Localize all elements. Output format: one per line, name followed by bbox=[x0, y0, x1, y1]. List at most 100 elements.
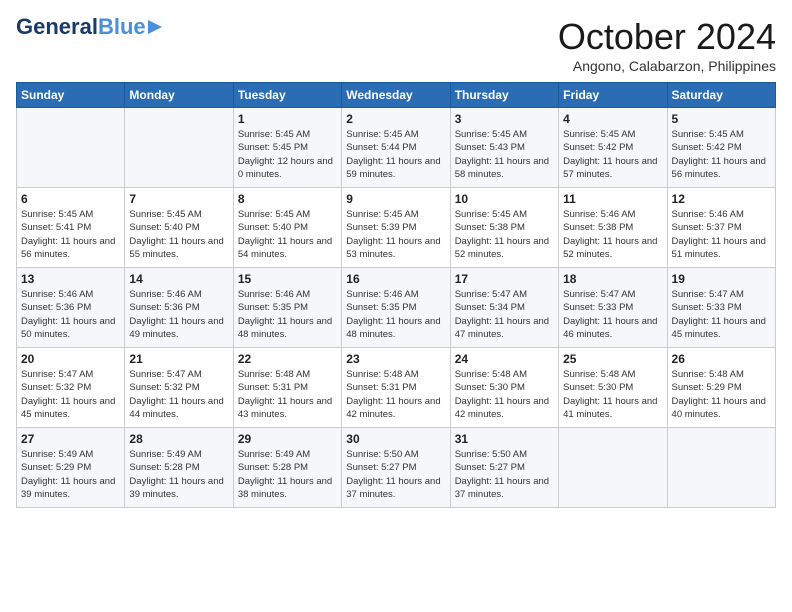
calendar-cell: 15 Sunrise: 5:46 AM Sunset: 5:35 PM Dayli… bbox=[233, 268, 341, 348]
day-info: Sunrise: 5:49 AM Sunset: 5:29 PM Dayligh… bbox=[21, 448, 120, 501]
weekday-header-cell: Tuesday bbox=[233, 83, 341, 108]
weekday-header-cell: Thursday bbox=[450, 83, 558, 108]
calendar-cell: 14Sunrise: 5:46 AM Sunset: 5:36 PM Dayli… bbox=[125, 268, 233, 348]
day-number: 5 bbox=[672, 112, 771, 126]
title-block: October 2024 Angono, Calabarzon, Philipp… bbox=[558, 16, 776, 74]
day-info: Sunrise: 5:45 AM Sunset: 5:40 PM Dayligh… bbox=[238, 208, 337, 261]
calendar-week-row: 6 Sunrise: 5:45 AM Sunset: 5:41 PM Daylig… bbox=[17, 188, 776, 268]
day-number: 31 bbox=[455, 432, 554, 446]
calendar-cell: 25 Sunrise: 5:48 AM Sunset: 5:30 PM Dayli… bbox=[559, 348, 667, 428]
day-info: Sunrise: 5:45 AM Sunset: 5:39 PM Dayligh… bbox=[346, 208, 445, 261]
day-info: Sunrise: 5:47 AM Sunset: 5:34 PM Dayligh… bbox=[455, 288, 554, 341]
day-number: 10 bbox=[455, 192, 554, 206]
calendar-cell: 12 Sunrise: 5:46 AM Sunset: 5:37 PM Dayli… bbox=[667, 188, 775, 268]
day-info: Sunrise: 5:45 AM Sunset: 5:41 PM Dayligh… bbox=[21, 208, 120, 261]
calendar-cell: 17 Sunrise: 5:47 AM Sunset: 5:34 PM Dayli… bbox=[450, 268, 558, 348]
calendar-body: 1 Sunrise: 5:45 AM Sunset: 5:45 PM Daylig… bbox=[17, 108, 776, 508]
day-info: Sunrise: 5:45 AM Sunset: 5:42 PM Dayligh… bbox=[672, 128, 771, 181]
day-info: Sunrise: 5:49 AM Sunset: 5:28 PM Dayligh… bbox=[129, 448, 228, 501]
day-info: Sunrise: 5:47 AM Sunset: 5:32 PM Dayligh… bbox=[129, 368, 228, 421]
day-info: Sunrise: 5:47 AM Sunset: 5:32 PM Dayligh… bbox=[21, 368, 120, 421]
calendar-week-row: 1 Sunrise: 5:45 AM Sunset: 5:45 PM Daylig… bbox=[17, 108, 776, 188]
day-info: Sunrise: 5:48 AM Sunset: 5:31 PM Dayligh… bbox=[238, 368, 337, 421]
day-info: Sunrise: 5:45 AM Sunset: 5:42 PM Dayligh… bbox=[563, 128, 662, 181]
day-number: 25 bbox=[563, 352, 662, 366]
month-title: October 2024 bbox=[558, 16, 776, 58]
day-number: 28 bbox=[129, 432, 228, 446]
day-number: 11 bbox=[563, 192, 662, 206]
day-number: 23 bbox=[346, 352, 445, 366]
day-number: 22 bbox=[238, 352, 337, 366]
day-info: Sunrise: 5:46 AM Sunset: 5:37 PM Dayligh… bbox=[672, 208, 771, 261]
weekday-header-cell: Wednesday bbox=[342, 83, 450, 108]
day-number: 3 bbox=[455, 112, 554, 126]
day-info: Sunrise: 5:46 AM Sunset: 5:35 PM Dayligh… bbox=[238, 288, 337, 341]
day-info: Sunrise: 5:45 AM Sunset: 5:40 PM Dayligh… bbox=[129, 208, 228, 261]
day-info: Sunrise: 5:48 AM Sunset: 5:29 PM Dayligh… bbox=[672, 368, 771, 421]
calendar-cell: 26Sunrise: 5:48 AM Sunset: 5:29 PM Dayli… bbox=[667, 348, 775, 428]
day-info: Sunrise: 5:46 AM Sunset: 5:36 PM Dayligh… bbox=[21, 288, 120, 341]
calendar-cell: 4 Sunrise: 5:45 AM Sunset: 5:42 PM Daylig… bbox=[559, 108, 667, 188]
day-number: 13 bbox=[21, 272, 120, 286]
day-number: 15 bbox=[238, 272, 337, 286]
calendar-cell: 2Sunrise: 5:45 AM Sunset: 5:44 PM Daylig… bbox=[342, 108, 450, 188]
day-info: Sunrise: 5:48 AM Sunset: 5:30 PM Dayligh… bbox=[563, 368, 662, 421]
day-number: 4 bbox=[563, 112, 662, 126]
calendar-cell: 5 Sunrise: 5:45 AM Sunset: 5:42 PM Daylig… bbox=[667, 108, 775, 188]
day-info: Sunrise: 5:46 AM Sunset: 5:35 PM Dayligh… bbox=[346, 288, 445, 341]
calendar-cell bbox=[125, 108, 233, 188]
day-number: 9 bbox=[346, 192, 445, 206]
calendar-cell: 27 Sunrise: 5:49 AM Sunset: 5:29 PM Dayli… bbox=[17, 428, 125, 508]
calendar-cell bbox=[17, 108, 125, 188]
weekday-header-row: SundayMondayTuesdayWednesdayThursdayFrid… bbox=[17, 83, 776, 108]
day-number: 27 bbox=[21, 432, 120, 446]
day-number: 12 bbox=[672, 192, 771, 206]
calendar-cell: 23Sunrise: 5:48 AM Sunset: 5:31 PM Dayli… bbox=[342, 348, 450, 428]
weekday-header-cell: Monday bbox=[125, 83, 233, 108]
logo-text: GeneralBlue bbox=[16, 16, 146, 38]
calendar-cell: 3 Sunrise: 5:45 AM Sunset: 5:43 PM Daylig… bbox=[450, 108, 558, 188]
calendar-cell: 30 Sunrise: 5:50 AM Sunset: 5:27 PM Dayli… bbox=[342, 428, 450, 508]
day-number: 18 bbox=[563, 272, 662, 286]
day-info: Sunrise: 5:46 AM Sunset: 5:36 PM Dayligh… bbox=[129, 288, 228, 341]
calendar-cell: 29Sunrise: 5:49 AM Sunset: 5:28 PM Dayli… bbox=[233, 428, 341, 508]
calendar-cell: 11 Sunrise: 5:46 AM Sunset: 5:38 PM Dayli… bbox=[559, 188, 667, 268]
calendar-cell: 22 Sunrise: 5:48 AM Sunset: 5:31 PM Dayli… bbox=[233, 348, 341, 428]
calendar-cell: 13 Sunrise: 5:46 AM Sunset: 5:36 PM Dayli… bbox=[17, 268, 125, 348]
calendar-cell: 19 Sunrise: 5:47 AM Sunset: 5:33 PM Dayli… bbox=[667, 268, 775, 348]
day-number: 17 bbox=[455, 272, 554, 286]
calendar-cell bbox=[667, 428, 775, 508]
day-number: 21 bbox=[129, 352, 228, 366]
day-number: 30 bbox=[346, 432, 445, 446]
day-info: Sunrise: 5:48 AM Sunset: 5:30 PM Dayligh… bbox=[455, 368, 554, 421]
calendar-cell: 8 Sunrise: 5:45 AM Sunset: 5:40 PM Daylig… bbox=[233, 188, 341, 268]
calendar-cell: 28 Sunrise: 5:49 AM Sunset: 5:28 PM Dayli… bbox=[125, 428, 233, 508]
day-number: 19 bbox=[672, 272, 771, 286]
day-number: 1 bbox=[238, 112, 337, 126]
calendar-cell: 18Sunrise: 5:47 AM Sunset: 5:33 PM Dayli… bbox=[559, 268, 667, 348]
calendar-week-row: 20 Sunrise: 5:47 AM Sunset: 5:32 PM Dayli… bbox=[17, 348, 776, 428]
weekday-header-cell: Saturday bbox=[667, 83, 775, 108]
day-info: Sunrise: 5:50 AM Sunset: 5:27 PM Dayligh… bbox=[346, 448, 445, 501]
day-info: Sunrise: 5:46 AM Sunset: 5:38 PM Dayligh… bbox=[563, 208, 662, 261]
day-number: 29 bbox=[238, 432, 337, 446]
day-number: 20 bbox=[21, 352, 120, 366]
calendar-cell: 1 Sunrise: 5:45 AM Sunset: 5:45 PM Daylig… bbox=[233, 108, 341, 188]
day-info: Sunrise: 5:50 AM Sunset: 5:27 PM Dayligh… bbox=[455, 448, 554, 501]
day-info: Sunrise: 5:47 AM Sunset: 5:33 PM Dayligh… bbox=[672, 288, 771, 341]
day-info: Sunrise: 5:45 AM Sunset: 5:45 PM Dayligh… bbox=[238, 128, 337, 181]
weekday-header-cell: Sunday bbox=[17, 83, 125, 108]
location-subtitle: Angono, Calabarzon, Philippines bbox=[558, 58, 776, 74]
calendar-cell: 7Sunrise: 5:45 AM Sunset: 5:40 PM Daylig… bbox=[125, 188, 233, 268]
calendar-cell: 10Sunrise: 5:45 AM Sunset: 5:38 PM Dayli… bbox=[450, 188, 558, 268]
day-info: Sunrise: 5:45 AM Sunset: 5:43 PM Dayligh… bbox=[455, 128, 554, 181]
day-number: 8 bbox=[238, 192, 337, 206]
day-number: 6 bbox=[21, 192, 120, 206]
calendar-week-row: 27 Sunrise: 5:49 AM Sunset: 5:29 PM Dayli… bbox=[17, 428, 776, 508]
calendar-cell: 16Sunrise: 5:46 AM Sunset: 5:35 PM Dayli… bbox=[342, 268, 450, 348]
page-header: GeneralBlue October 2024 Angono, Calabar… bbox=[16, 16, 776, 74]
logo-arrow-icon bbox=[148, 18, 166, 36]
calendar-cell: 9 Sunrise: 5:45 AM Sunset: 5:39 PM Daylig… bbox=[342, 188, 450, 268]
calendar-table: SundayMondayTuesdayWednesdayThursdayFrid… bbox=[16, 82, 776, 508]
day-info: Sunrise: 5:45 AM Sunset: 5:44 PM Dayligh… bbox=[346, 128, 445, 181]
